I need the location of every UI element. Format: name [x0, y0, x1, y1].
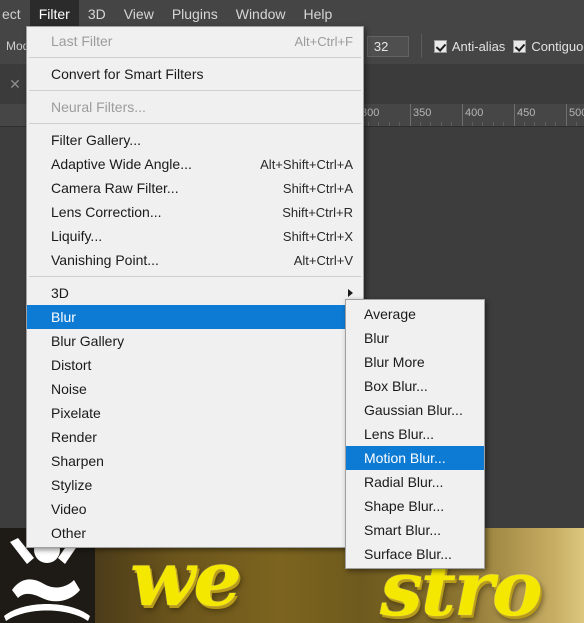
- menu-item-label: Sharpen: [51, 453, 104, 469]
- submenu-item-surface-blur[interactable]: Surface Blur...: [346, 542, 484, 566]
- menu-item-label: Camera Raw Filter...: [51, 180, 179, 196]
- menubar-item-view[interactable]: View: [115, 0, 163, 28]
- menu-item-label: Blur: [364, 330, 389, 346]
- menu-item-shortcut: Shift+Ctrl+R: [282, 204, 353, 220]
- menu-item-shortcut: Shift+Ctrl+A: [282, 180, 353, 196]
- submenu-item-blur-more[interactable]: Blur More: [346, 350, 484, 374]
- menubar-item-window[interactable]: Window: [227, 0, 295, 28]
- menu-item-label: Smart Blur...: [364, 522, 442, 538]
- filter-dropdown-menu: Last Filter Alt+Ctrl+F Convert for Smart…: [26, 26, 364, 548]
- menu-item-last-filter[interactable]: Last Filter Alt+Ctrl+F: [27, 29, 363, 53]
- menu-item-label: Neural Filters...: [51, 99, 146, 115]
- menu-item-blur-gallery[interactable]: Blur Gallery: [27, 329, 363, 353]
- menu-item-label: Gaussian Blur...: [364, 402, 463, 418]
- menu-item-blur[interactable]: Blur: [27, 305, 363, 329]
- submenu-item-box-blur[interactable]: Box Blur...: [346, 374, 484, 398]
- tolerance-input[interactable]: 32: [366, 35, 409, 57]
- menu-item-label: Other: [51, 525, 87, 541]
- menu-item-shortcut: Alt+Shift+Ctrl+A: [260, 156, 353, 172]
- menu-item-shortcut: Shift+Ctrl+X: [282, 228, 353, 244]
- menubar-item-filter[interactable]: Filter: [29, 0, 79, 28]
- menu-item-label: Motion Blur...: [364, 450, 446, 466]
- menu-item-adaptive-wide-angle[interactable]: Adaptive Wide Angle... Alt+Shift+Ctrl+A: [27, 152, 363, 176]
- menu-item-video[interactable]: Video: [27, 497, 363, 521]
- contiguous-checkbox[interactable]: [513, 39, 527, 53]
- contiguous-label: Contiguous: [531, 38, 584, 54]
- menu-item-label: Stylize: [51, 477, 93, 493]
- menu-bar: ect Filter 3D View Plugins Window Help: [0, 0, 584, 28]
- menu-item-vanishing-point[interactable]: Vanishing Point... Alt+Ctrl+V: [27, 248, 363, 272]
- menu-item-label: Blur: [51, 309, 76, 325]
- menu-item-render[interactable]: Render: [27, 425, 363, 449]
- menu-item-label: Radial Blur...: [364, 474, 444, 490]
- menu-item-label: Liquify...: [51, 228, 103, 244]
- menu-item-label: Pixelate: [51, 405, 101, 421]
- menu-item-neural-filters[interactable]: Neural Filters...: [27, 95, 363, 119]
- menu-item-label: Distort: [51, 357, 92, 373]
- menubar-item-plugins[interactable]: Plugins: [163, 0, 227, 28]
- menu-item-label: Last Filter: [51, 33, 113, 49]
- menu-item-convert-for-smart-filters[interactable]: Convert for Smart Filters: [27, 62, 363, 86]
- menu-item-liquify[interactable]: Liquify... Shift+Ctrl+X: [27, 224, 363, 248]
- menu-item-shortcut: Alt+Ctrl+F: [294, 33, 353, 49]
- menu-item-lens-correction[interactable]: Lens Correction... Shift+Ctrl+R: [27, 200, 363, 224]
- menu-item-label: Filter Gallery...: [51, 132, 141, 148]
- mode-label: Mod: [6, 39, 30, 53]
- menu-item-label: Surface Blur...: [364, 546, 452, 562]
- menu-item-camera-raw-filter[interactable]: Camera Raw Filter... Shift+Ctrl+A: [27, 176, 363, 200]
- menu-separator: [29, 90, 361, 91]
- submenu-item-shape-blur[interactable]: Shape Blur...: [346, 494, 484, 518]
- menu-item-label: Blur More: [364, 354, 425, 370]
- menu-item-label: Box Blur...: [364, 378, 428, 394]
- menu-item-stylize[interactable]: Stylize: [27, 473, 363, 497]
- ruler-mark: 350: [413, 107, 432, 119]
- menu-item-3d[interactable]: 3D: [27, 281, 363, 305]
- ruler-mark: 400: [465, 107, 484, 119]
- menu-item-label: Shape Blur...: [364, 498, 445, 514]
- submenu-item-average[interactable]: Average: [346, 302, 484, 326]
- anti-alias-checkbox[interactable]: [433, 39, 447, 53]
- submenu-item-smart-blur[interactable]: Smart Blur...: [346, 518, 484, 542]
- menu-item-other[interactable]: Other: [27, 521, 363, 545]
- ruler-mark: 500: [569, 107, 584, 119]
- menubar-item-help[interactable]: Help: [295, 0, 342, 28]
- submenu-item-lens-blur[interactable]: Lens Blur...: [346, 422, 484, 446]
- menu-item-label: Lens Blur...: [364, 426, 435, 442]
- divider: [420, 34, 422, 58]
- menu-item-label: Video: [51, 501, 87, 517]
- ruler-mark: 450: [517, 107, 536, 119]
- menu-item-label: Adaptive Wide Angle...: [51, 156, 192, 172]
- menu-item-distort[interactable]: Distort: [27, 353, 363, 377]
- blur-submenu: Average Blur Blur More Box Blur... Gauss…: [345, 299, 485, 569]
- anti-alias-checkbox-group[interactable]: Anti-alias: [433, 38, 506, 54]
- menubar-item-select[interactable]: ect: [0, 0, 30, 28]
- menu-item-pixelate[interactable]: Pixelate: [27, 401, 363, 425]
- menu-item-noise[interactable]: Noise: [27, 377, 363, 401]
- menu-item-sharpen[interactable]: Sharpen: [27, 449, 363, 473]
- menu-separator: [29, 123, 361, 124]
- photoshop-window: we stro 50 300 350 400 450 500: [0, 0, 584, 623]
- anti-alias-label: Anti-alias: [451, 38, 506, 54]
- menu-item-label: Average: [364, 306, 416, 322]
- submenu-item-blur[interactable]: Blur: [346, 326, 484, 350]
- menu-item-label: Convert for Smart Filters: [51, 66, 204, 82]
- submenu-item-gaussian-blur[interactable]: Gaussian Blur...: [346, 398, 484, 422]
- menu-item-label: Noise: [51, 381, 87, 397]
- submenu-item-radial-blur[interactable]: Radial Blur...: [346, 470, 484, 494]
- menu-item-label: 3D: [51, 285, 69, 301]
- menu-item-filter-gallery[interactable]: Filter Gallery...: [27, 128, 363, 152]
- contiguous-checkbox-group[interactable]: Contiguous: [513, 39, 584, 54]
- close-icon[interactable]: ✕: [9, 77, 21, 91]
- chevron-right-icon: [348, 289, 353, 297]
- menu-separator: [29, 57, 361, 58]
- menu-separator: [29, 276, 361, 277]
- menubar-item-3d[interactable]: 3D: [79, 0, 115, 28]
- menu-item-label: Blur Gallery: [51, 333, 125, 349]
- menu-item-label: Lens Correction...: [51, 204, 162, 220]
- submenu-item-motion-blur[interactable]: Motion Blur...: [346, 446, 484, 470]
- menu-item-label: Render: [51, 429, 97, 445]
- menu-item-shortcut: Alt+Ctrl+V: [293, 252, 353, 268]
- menu-item-label: Vanishing Point...: [51, 252, 159, 268]
